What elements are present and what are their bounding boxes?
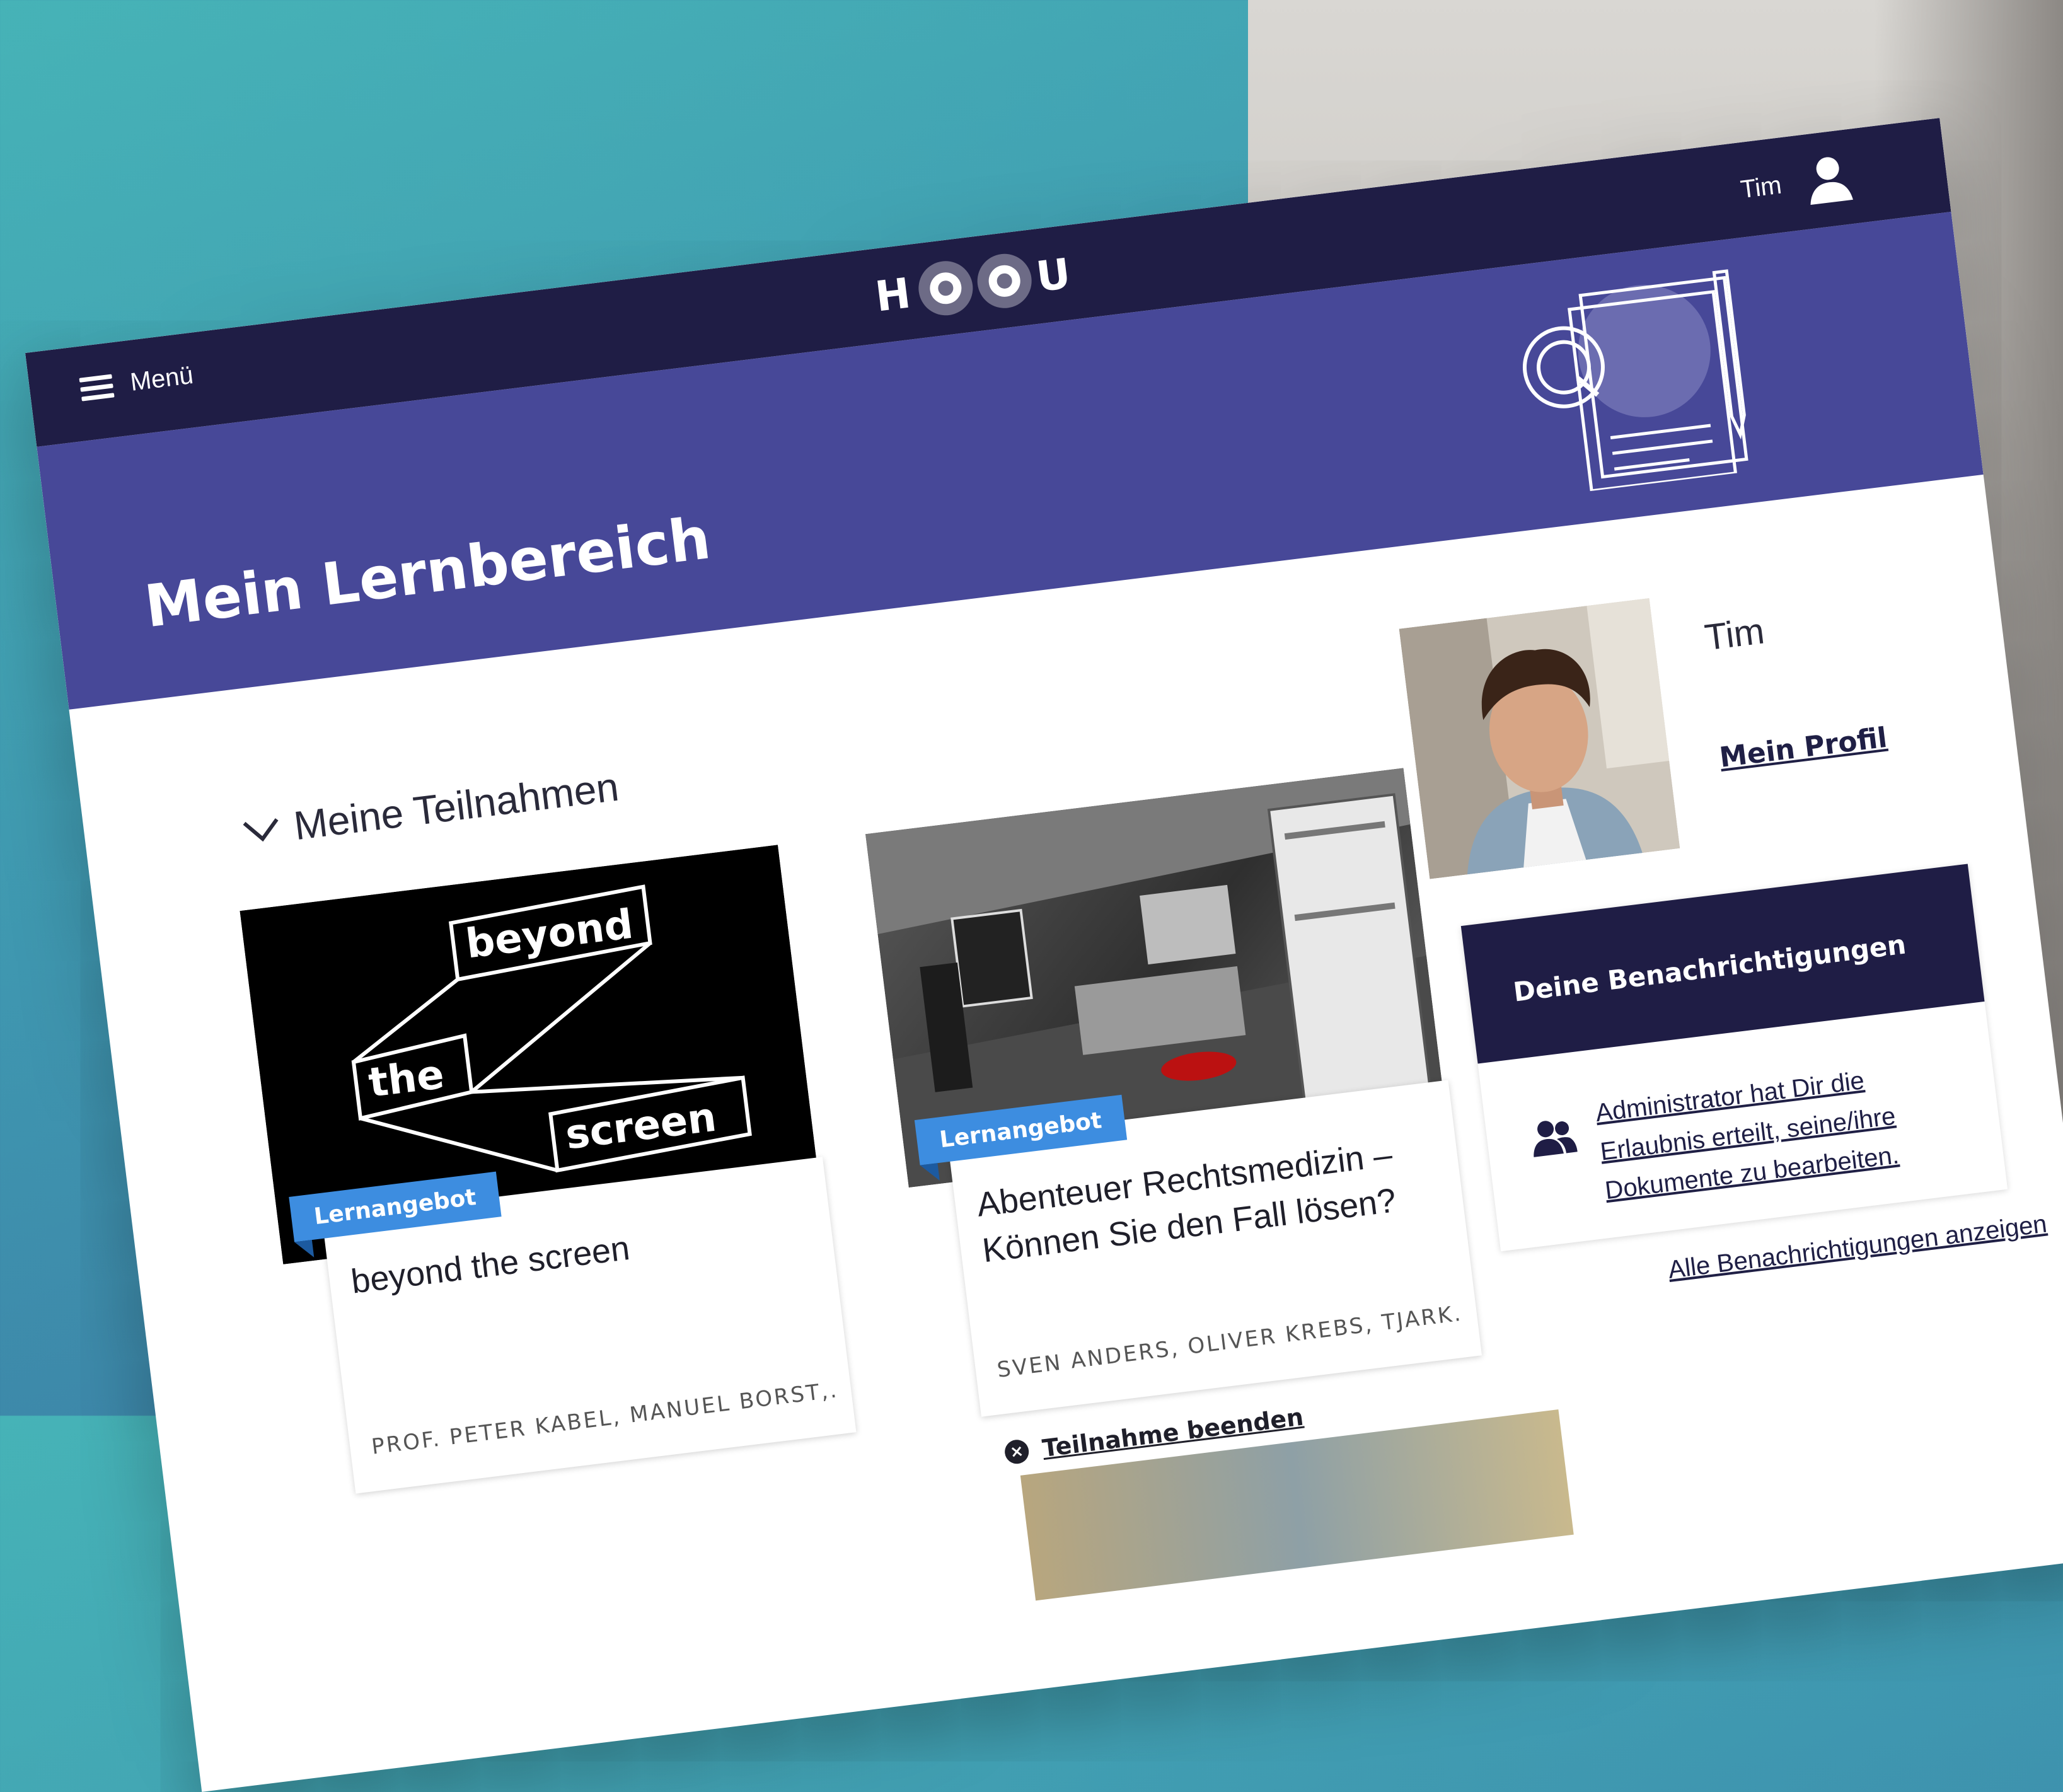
- logo-ring-icon: [974, 250, 1035, 311]
- close-circle-icon: ×: [1003, 1438, 1031, 1465]
- page-title: Mein Lernbereich: [141, 504, 714, 641]
- notification-text: Administrator hat Dir die Erlaubnis erte…: [1593, 1067, 1901, 1205]
- notification-item[interactable]: Administrator hat Dir die Erlaubnis erte…: [1527, 1051, 1958, 1218]
- artwork-word: the: [366, 1051, 447, 1107]
- course-card-body: Lernangebot beyond the screen PROF. PETE…: [289, 1157, 857, 1494]
- people-icon: [1534, 1121, 1578, 1157]
- section-toggle[interactable]: Meine Teilnahmen: [240, 763, 621, 856]
- user-icon: [1810, 157, 1853, 205]
- notifications-panel: Deine Benachrichtigungen Administrator h…: [1460, 864, 2008, 1252]
- profile-name: Tim: [1702, 610, 1767, 659]
- avatar: [1399, 598, 1680, 879]
- notifications-title: Deine Benachrichtigungen: [1511, 928, 1908, 1008]
- notifications-header: Deine Benachrichtigungen: [1460, 864, 1985, 1064]
- artwork-word: beyond: [463, 901, 635, 968]
- document-search-illustration: [1522, 269, 1748, 493]
- app-screen: Menü H U Tim Mein Lernbereich Meine Teil…: [25, 118, 2063, 1792]
- hoou-logo[interactable]: H U: [872, 243, 1077, 327]
- user-menu[interactable]: Tim: [1738, 152, 1854, 214]
- artwork-word: screen: [563, 1094, 719, 1159]
- course-card-body: Lernangebot Abenteuer Rechtsmedizin – Kö…: [914, 1080, 1482, 1417]
- hamburger-icon: [79, 373, 115, 402]
- course-card[interactable]: Lernangebot Abenteuer Rechtsmedizin – Kö…: [865, 768, 1482, 1417]
- section-title: Meine Teilnahmen: [291, 763, 621, 849]
- user-name: Tim: [1738, 171, 1783, 204]
- menu-label: Menü: [129, 361, 195, 396]
- my-profile-link[interactable]: Mein Profil: [1718, 722, 1888, 774]
- logo-ring-icon: [915, 258, 976, 319]
- course-authors: PROF. PETER KABEL, MANUEL BORST,...: [370, 1377, 836, 1460]
- course-card[interactable]: beyond the screen Lernangebot beyond the…: [240, 845, 857, 1494]
- course-authors: SVEN ANDERS, OLIVER KREBS, TJARK...: [995, 1301, 1462, 1383]
- chevron-down-icon: [243, 818, 279, 842]
- menu-button[interactable]: Menü: [79, 361, 195, 403]
